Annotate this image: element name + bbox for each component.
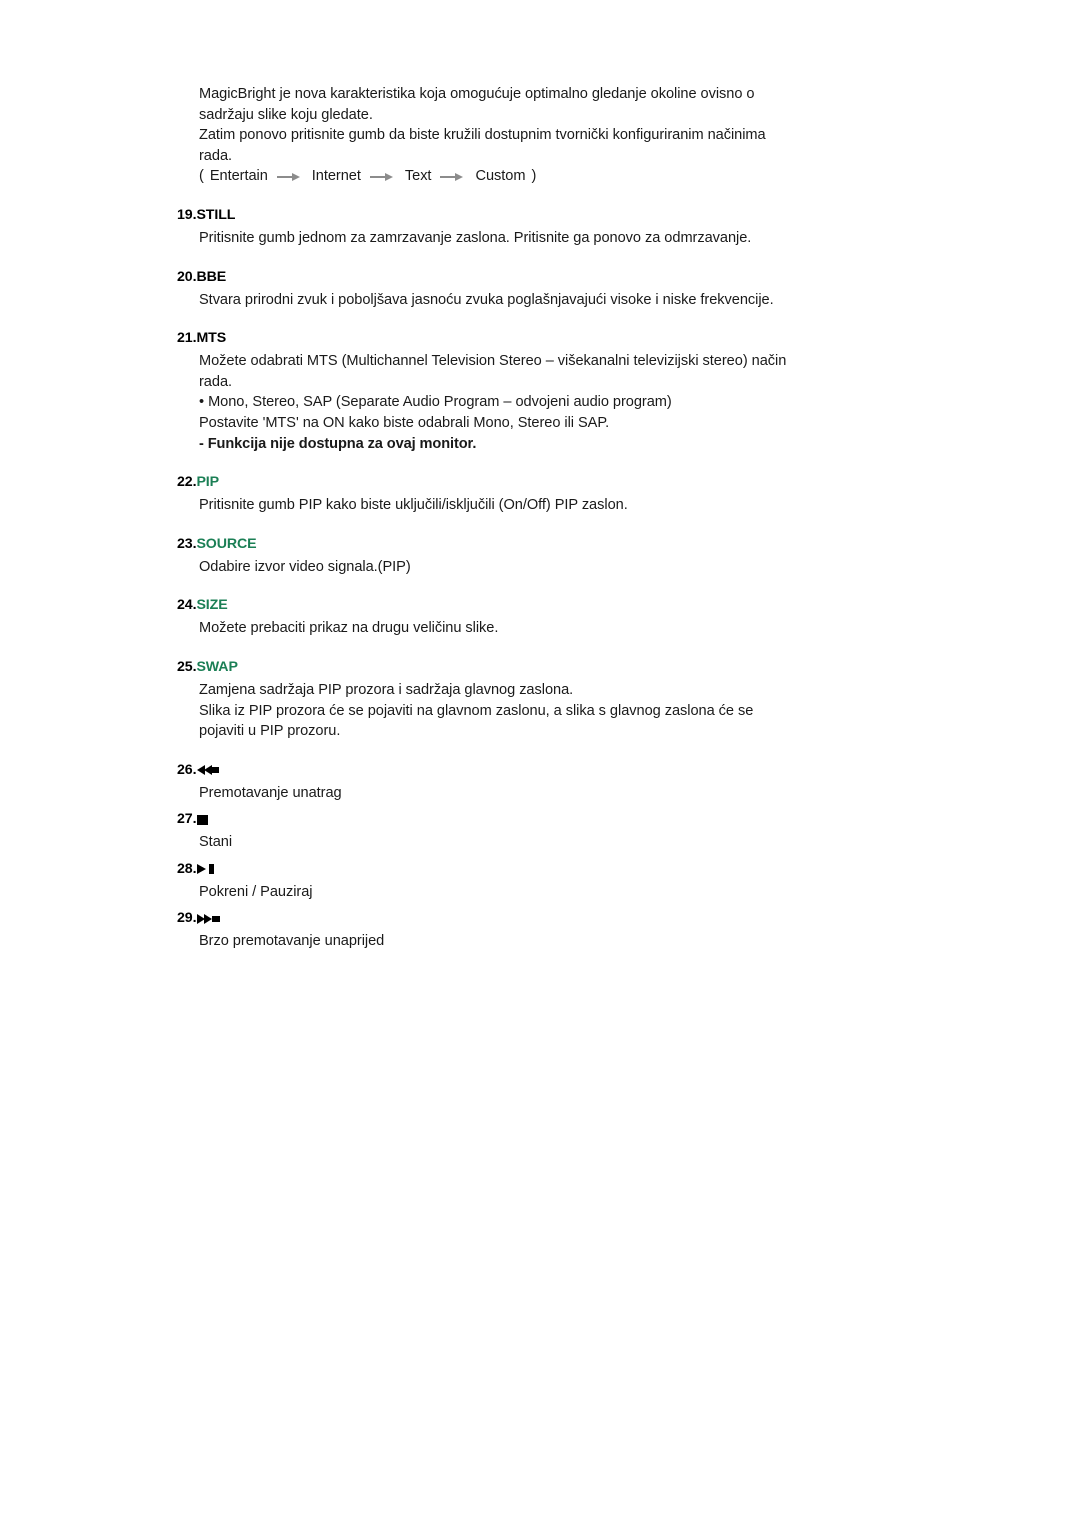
section-title: MTS — [196, 330, 227, 347]
section-bbe: 20.BBE Stvara prirodni zvuk i poboljšava… — [177, 268, 897, 311]
body-line: Brzo premotavanje unaprijed — [199, 933, 385, 950]
intro-line: MagicBright je nova karakteristika koja … — [199, 86, 755, 102]
section-heading: 27. — [177, 810, 897, 829]
intro-line: rada. — [199, 147, 233, 164]
section-body: Pritisnite gumb PIP kako biste uključili… — [199, 495, 897, 516]
section-number: 26. — [177, 761, 197, 778]
section-heading: 23.SOURCE — [177, 535, 897, 554]
section-swap: 25.SWAP Zamjena sadržaja PIP prozora i s… — [177, 658, 897, 742]
section-heading: 20.BBE — [177, 268, 897, 287]
body-line: Zamjena sadržaja PIP prozora i sadržaja … — [199, 681, 574, 698]
section-size: 24.SIZE Možete prebaciti prikaz na drugu… — [177, 596, 897, 639]
section-play-pause: 28. Pokreni / Pauziraj — [177, 860, 897, 903]
body-line: Stvara prirodni zvuk i poboljšava jasnoć… — [199, 291, 774, 308]
section-body: Stvara prirodni zvuk i poboljšava jasnoć… — [199, 290, 897, 311]
body-line: Pritisnite gumb PIP kako biste uključili… — [199, 497, 628, 514]
body-line-note: - Funkcija nije dostupna za ovaj monitor… — [199, 435, 477, 452]
section-pip: 22.PIP Pritisnite gumb PIP kako biste uk… — [177, 473, 897, 516]
section-still: 19.STILL Pritisnite gumb jednom za zamrz… — [177, 206, 897, 249]
arrow-right-icon — [369, 172, 396, 182]
play-pause-icon — [197, 863, 218, 875]
flow-step-text: Text — [404, 168, 432, 185]
section-title: STILL — [196, 206, 236, 223]
section-heading: 29. — [177, 909, 897, 928]
magicbright-mode-flow: ( Entertain Internet Text Custom ) — [199, 166, 897, 187]
section-heading: 24.SIZE — [177, 596, 897, 615]
section-title: SWAP — [196, 658, 238, 675]
flow-step-internet: Internet — [311, 168, 361, 185]
section-stop: 27. Stani — [177, 810, 897, 853]
rewind-icon — [197, 764, 221, 776]
section-title: PIP — [196, 474, 220, 491]
section-number: 24. — [177, 597, 197, 614]
section-rewind: 26. Premotavanje unatrag — [177, 761, 897, 804]
flow-step-custom: Custom — [475, 168, 526, 185]
section-body: Brzo premotavanje unaprijed — [199, 931, 897, 952]
section-heading: 26. — [177, 761, 897, 780]
section-number: 20. — [177, 268, 197, 285]
section-heading: 19.STILL — [177, 206, 897, 225]
section-body: Stani — [199, 832, 897, 853]
section-heading: 22.PIP — [177, 473, 897, 492]
section-number: 28. — [177, 860, 197, 877]
intro-line: sadržaju slike koju gledate. — [199, 106, 373, 123]
section-number: 29. — [177, 910, 197, 927]
document-content: MagicBright je nova karakteristika koja … — [177, 84, 897, 952]
fast-forward-icon — [197, 913, 221, 925]
section-body: Pritisnite gumb jednom za zamrzavanje za… — [199, 228, 897, 249]
section-fast-forward: 29. Brzo premotavanje unaprijed — [177, 909, 897, 952]
section-number: 23. — [177, 535, 197, 552]
section-body: Pokreni / Pauziraj — [199, 882, 897, 903]
body-line: Stani — [199, 834, 233, 851]
stop-icon — [197, 814, 210, 826]
section-source: 23.SOURCE Odabire izvor video signala.(P… — [177, 535, 897, 578]
arrow-right-icon — [440, 172, 466, 182]
section-body: Zamjena sadržaja PIP prozora i sadržaja … — [199, 680, 897, 742]
section-number: 22. — [177, 474, 197, 491]
section-title: BBE — [196, 268, 227, 285]
body-line: Možete odabrati MTS (Multichannel Televi… — [199, 353, 787, 370]
body-line: pojaviti u PIP prozoru. — [199, 723, 341, 740]
body-line: Postavite 'MTS' na ON kako biste odabral… — [199, 414, 610, 431]
section-number: 19. — [177, 206, 197, 223]
body-line: Slika iz PIP prozora će se pojaviti na g… — [199, 702, 754, 719]
body-line: Premotavanje unatrag — [199, 784, 342, 801]
arrow-right-icon — [276, 172, 303, 182]
body-line: Možete prebaciti prikaz na drugu veličin… — [199, 620, 499, 637]
section-number: 21. — [177, 330, 197, 347]
document-page: MagicBright je nova karakteristika koja … — [0, 0, 1080, 1527]
flow-open-paren: ( — [199, 168, 204, 185]
body-line: rada. — [199, 373, 233, 390]
body-line: • Mono, Stereo, SAP (Separate Audio Prog… — [199, 394, 672, 411]
body-line: Pokreni / Pauziraj — [199, 883, 313, 900]
section-mts: 21.MTS Možete odabrati MTS (Multichannel… — [177, 329, 897, 454]
intro-line: Zatim ponovo pritisnite gumb da biste kr… — [199, 127, 766, 144]
section-title: SIZE — [196, 597, 228, 614]
section-heading: 21.MTS — [177, 329, 897, 348]
section-number: 25. — [177, 658, 197, 675]
section-body: Možete odabrati MTS (Multichannel Televi… — [199, 351, 897, 454]
section-title: SOURCE — [196, 535, 257, 552]
section-heading: 28. — [177, 860, 897, 879]
section-body: Odabire izvor video signala.(PIP) — [199, 557, 897, 578]
flow-close-paren: ) — [531, 168, 537, 185]
body-line: Pritisnite gumb jednom za zamrzavanje za… — [199, 229, 752, 246]
section-number: 27. — [177, 811, 197, 828]
body-line: Odabire izvor video signala.(PIP) — [199, 558, 411, 575]
section-heading: 25.SWAP — [177, 658, 897, 677]
flow-step-entertain: Entertain — [209, 168, 268, 185]
intro-paragraph: MagicBright je nova karakteristika koja … — [199, 84, 897, 187]
section-body: Premotavanje unatrag — [199, 783, 897, 804]
section-body: Možete prebaciti prikaz na drugu veličin… — [199, 618, 897, 639]
